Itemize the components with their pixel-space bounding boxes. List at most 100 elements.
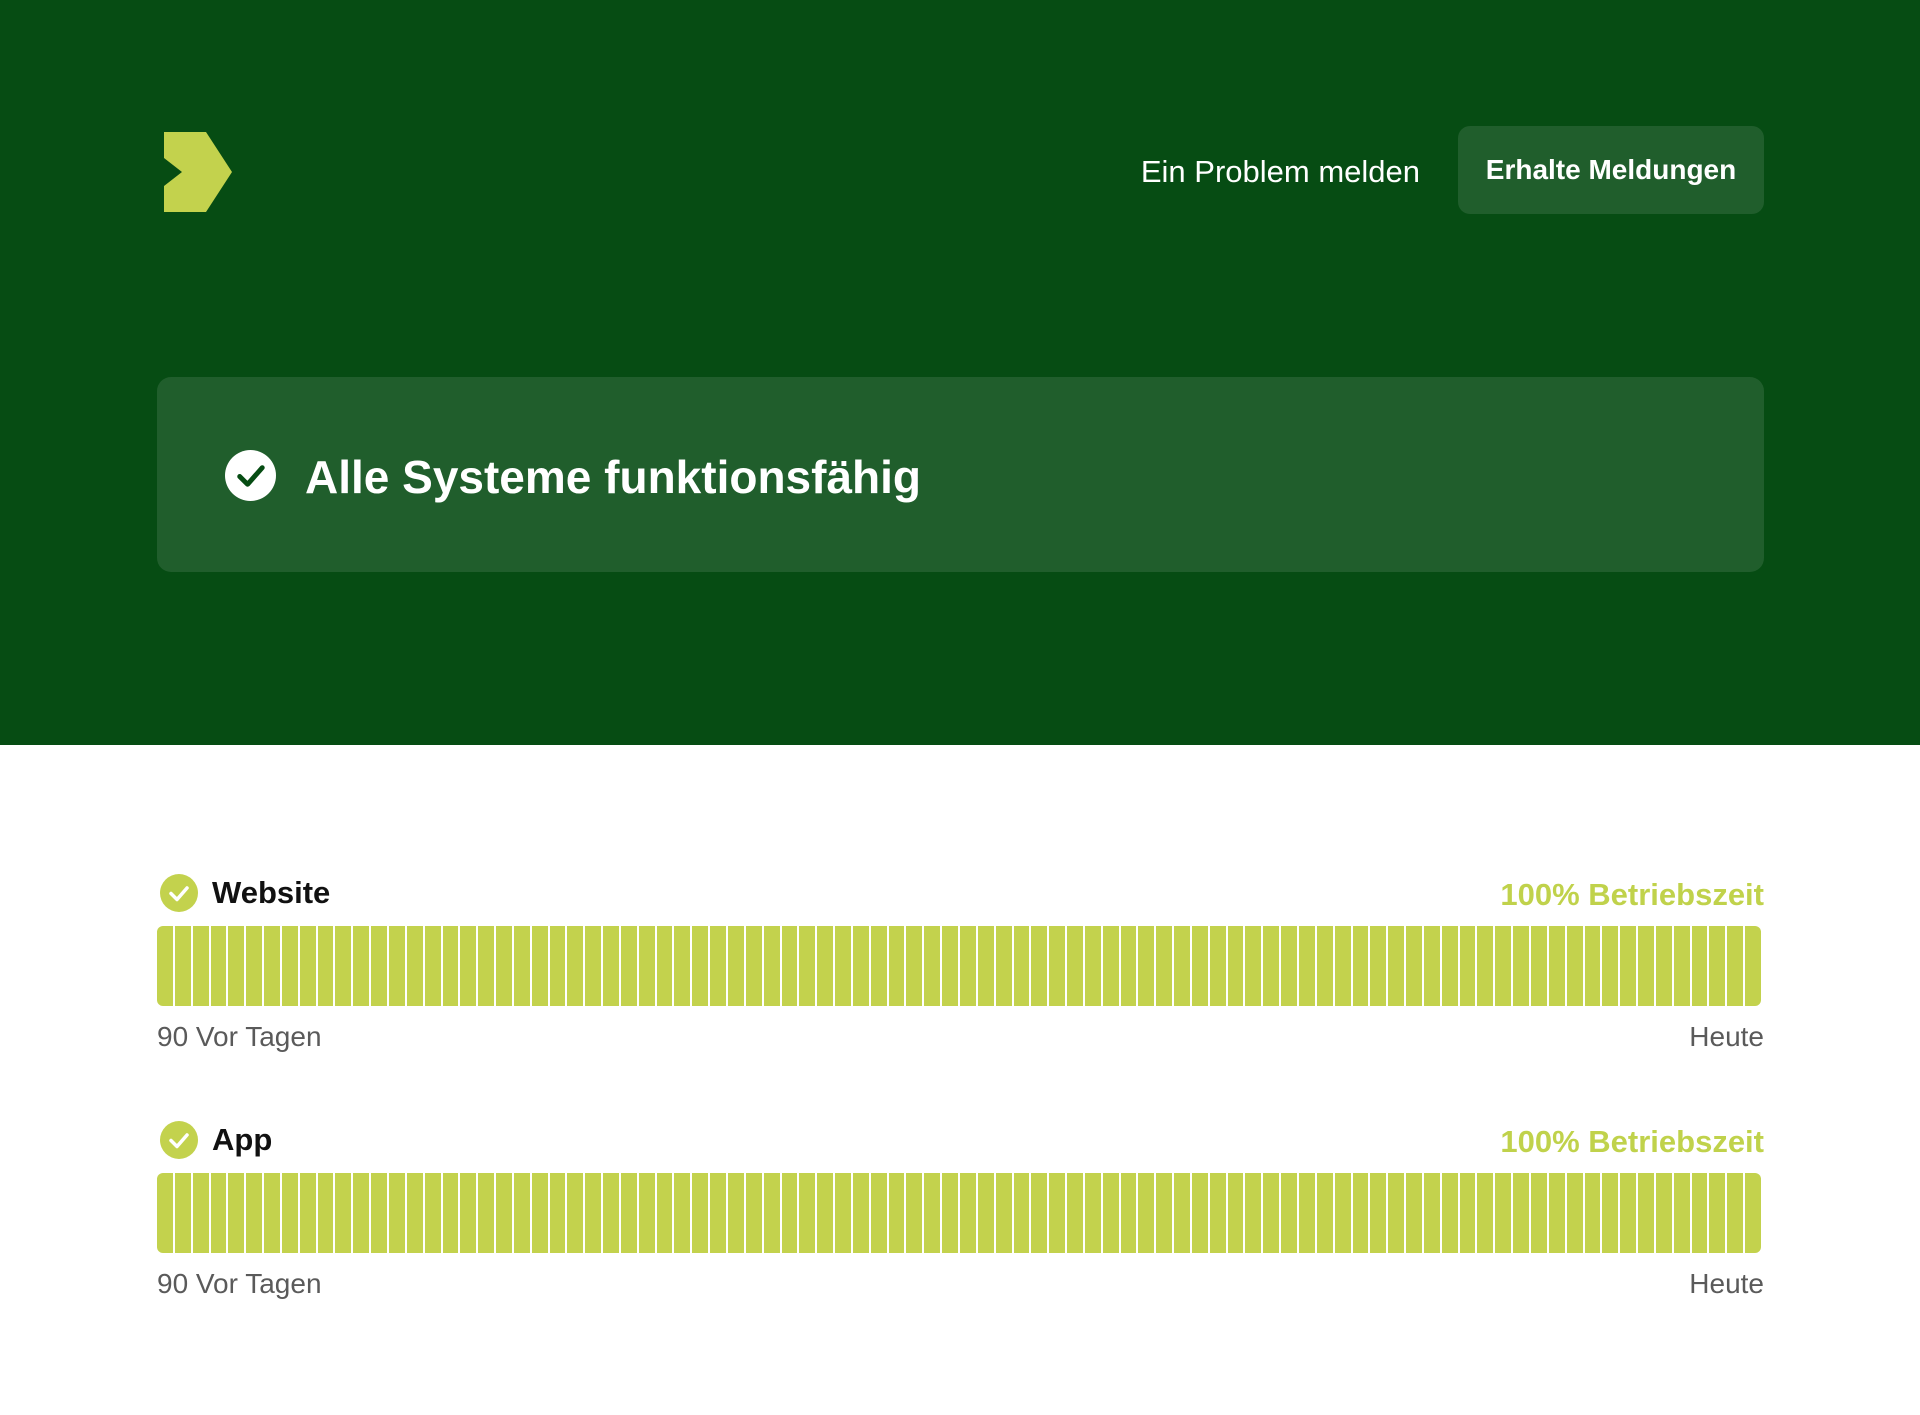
uptime-day-bar[interactable] bbox=[1102, 1173, 1119, 1253]
uptime-day-bar[interactable] bbox=[1138, 1173, 1155, 1253]
uptime-day-bar[interactable] bbox=[924, 926, 941, 1006]
uptime-day-bar[interactable] bbox=[513, 926, 530, 1006]
uptime-day-bar[interactable] bbox=[210, 1173, 227, 1253]
uptime-day-bar[interactable] bbox=[1084, 926, 1101, 1006]
uptime-day-bar[interactable] bbox=[513, 1173, 530, 1253]
uptime-day-bar[interactable] bbox=[1513, 1173, 1529, 1253]
uptime-day-bar[interactable] bbox=[1530, 1173, 1547, 1253]
uptime-day-bar[interactable] bbox=[246, 1173, 263, 1253]
uptime-day-bar[interactable] bbox=[299, 1173, 316, 1253]
logo-chevron-icon[interactable] bbox=[164, 132, 232, 212]
uptime-day-bar[interactable] bbox=[781, 1173, 798, 1253]
uptime-day-bar[interactable] bbox=[763, 1173, 780, 1253]
uptime-day-bar[interactable] bbox=[692, 926, 709, 1006]
uptime-day-bar[interactable] bbox=[1727, 1173, 1744, 1253]
uptime-day-bar[interactable] bbox=[1138, 926, 1155, 1006]
uptime-day-bar[interactable] bbox=[299, 926, 316, 1006]
uptime-day-bar[interactable] bbox=[353, 926, 370, 1006]
uptime-day-bar[interactable] bbox=[1281, 1173, 1297, 1253]
uptime-day-bar[interactable] bbox=[870, 1173, 887, 1253]
uptime-day-bar[interactable] bbox=[674, 926, 691, 1006]
uptime-day-bar[interactable] bbox=[496, 926, 512, 1006]
uptime-day-bar[interactable] bbox=[1406, 926, 1422, 1006]
uptime-day-bar[interactable] bbox=[942, 1173, 958, 1253]
uptime-day-bar[interactable] bbox=[192, 1173, 209, 1253]
uptime-day-bar[interactable] bbox=[959, 1173, 976, 1253]
uptime-day-bar[interactable] bbox=[888, 1173, 905, 1253]
uptime-day-bar[interactable] bbox=[1102, 926, 1119, 1006]
uptime-day-bar[interactable] bbox=[1299, 926, 1315, 1006]
uptime-day-bar[interactable] bbox=[603, 1173, 619, 1253]
uptime-day-bar[interactable] bbox=[1602, 1173, 1619, 1253]
uptime-day-bar[interactable] bbox=[1245, 926, 1262, 1006]
uptime-day-bar[interactable] bbox=[335, 926, 352, 1006]
uptime-day-bar[interactable] bbox=[603, 926, 619, 1006]
uptime-day-bar[interactable] bbox=[710, 926, 726, 1006]
uptime-day-bar[interactable] bbox=[460, 926, 477, 1006]
uptime-day-bar[interactable] bbox=[1013, 926, 1030, 1006]
uptime-day-bar[interactable] bbox=[1566, 1173, 1583, 1253]
uptime-day-bar[interactable] bbox=[1441, 1173, 1458, 1253]
uptime-day-bar[interactable] bbox=[942, 926, 958, 1006]
uptime-day-bar[interactable] bbox=[1370, 926, 1387, 1006]
uptime-day-bar[interactable] bbox=[531, 1173, 548, 1253]
uptime-day-bar[interactable] bbox=[1530, 926, 1547, 1006]
uptime-day-bar[interactable] bbox=[1406, 1173, 1422, 1253]
uptime-day-bar[interactable] bbox=[1049, 926, 1066, 1006]
uptime-day-bar[interactable] bbox=[906, 1173, 923, 1253]
uptime-day-bar[interactable] bbox=[1067, 1173, 1083, 1253]
uptime-day-bar[interactable] bbox=[460, 1173, 477, 1253]
uptime-day-bar[interactable] bbox=[1388, 1173, 1405, 1253]
uptime-day-bar[interactable] bbox=[638, 926, 655, 1006]
uptime-day-bar[interactable] bbox=[924, 1173, 941, 1253]
uptime-day-bar[interactable] bbox=[1691, 1173, 1708, 1253]
uptime-day-bar[interactable] bbox=[1209, 926, 1226, 1006]
uptime-day-bar[interactable] bbox=[1566, 926, 1583, 1006]
uptime-day-bar[interactable] bbox=[281, 926, 298, 1006]
uptime-day-bar[interactable] bbox=[1423, 1173, 1440, 1253]
uptime-day-bar[interactable] bbox=[799, 1173, 816, 1253]
uptime-day-bar[interactable] bbox=[1620, 1173, 1637, 1253]
uptime-day-bar[interactable] bbox=[638, 1173, 655, 1253]
uptime-day-bar[interactable] bbox=[567, 926, 584, 1006]
uptime-day-bar[interactable] bbox=[1620, 926, 1637, 1006]
uptime-day-bar[interactable] bbox=[1513, 926, 1529, 1006]
uptime-day-bar[interactable] bbox=[959, 926, 976, 1006]
uptime-day-bar[interactable] bbox=[656, 926, 673, 1006]
uptime-day-bar[interactable] bbox=[1174, 1173, 1190, 1253]
uptime-day-bar[interactable] bbox=[888, 926, 905, 1006]
uptime-day-bar[interactable] bbox=[1548, 1173, 1565, 1253]
uptime-day-bar[interactable] bbox=[1495, 926, 1512, 1006]
uptime-day-bar[interactable] bbox=[1067, 926, 1083, 1006]
uptime-day-bar[interactable] bbox=[1031, 1173, 1048, 1253]
uptime-day-bar[interactable] bbox=[531, 926, 548, 1006]
uptime-day-bar[interactable] bbox=[210, 926, 227, 1006]
uptime-day-bar[interactable] bbox=[281, 1173, 298, 1253]
uptime-day-bar[interactable] bbox=[1174, 926, 1190, 1006]
uptime-day-bar[interactable] bbox=[388, 1173, 405, 1253]
uptime-day-bar[interactable] bbox=[585, 926, 602, 1006]
uptime-day-bar[interactable] bbox=[353, 1173, 370, 1253]
uptime-day-bar[interactable] bbox=[264, 1173, 280, 1253]
uptime-day-bar[interactable] bbox=[728, 926, 744, 1006]
uptime-day-bar[interactable] bbox=[228, 926, 245, 1006]
uptime-day-bar[interactable] bbox=[977, 1173, 994, 1253]
uptime-day-bar[interactable] bbox=[1388, 926, 1405, 1006]
uptime-day-bar[interactable] bbox=[585, 1173, 602, 1253]
uptime-day-bar[interactable] bbox=[1227, 926, 1244, 1006]
uptime-day-bar[interactable] bbox=[1495, 1173, 1512, 1253]
uptime-day-bar[interactable] bbox=[246, 926, 263, 1006]
uptime-day-bar[interactable] bbox=[1084, 1173, 1101, 1253]
uptime-day-bar[interactable] bbox=[1584, 926, 1601, 1006]
uptime-day-bar[interactable] bbox=[692, 1173, 709, 1253]
uptime-day-bar[interactable] bbox=[1191, 1173, 1208, 1253]
uptime-day-bar[interactable] bbox=[424, 926, 441, 1006]
uptime-day-bar[interactable] bbox=[763, 926, 780, 1006]
uptime-day-bar[interactable] bbox=[1727, 926, 1744, 1006]
uptime-day-bar[interactable] bbox=[1334, 926, 1351, 1006]
uptime-day-bar[interactable] bbox=[496, 1173, 512, 1253]
uptime-day-bar[interactable] bbox=[1477, 1173, 1494, 1253]
uptime-day-bar[interactable] bbox=[1638, 926, 1654, 1006]
uptime-day-bar[interactable] bbox=[1352, 1173, 1369, 1253]
uptime-day-bar[interactable] bbox=[1031, 926, 1048, 1006]
